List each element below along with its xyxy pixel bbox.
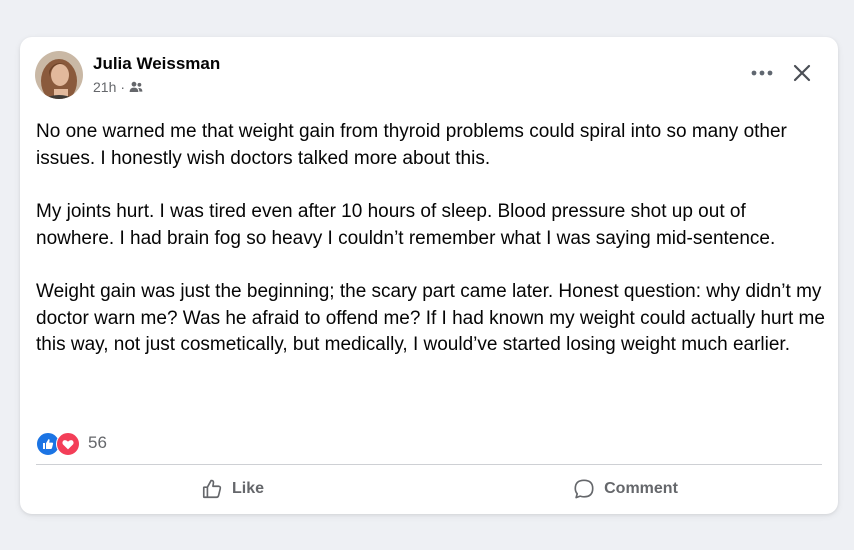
meta-separator: · xyxy=(120,79,126,95)
love-reaction-icon xyxy=(56,432,80,456)
post-paragraph: No one warned me that weight gain from t… xyxy=(36,121,787,169)
post-subline: 21h · xyxy=(93,77,220,97)
thumbs-up-icon xyxy=(202,479,222,499)
post-paragraph: My joints hurt. I was tired even after 1… xyxy=(36,201,776,249)
post-top-actions xyxy=(744,57,820,89)
comment-bubble-icon xyxy=(574,479,594,499)
post-card: Julia Weissman 21h · No one warned me th… xyxy=(20,37,838,514)
actions-divider xyxy=(36,464,822,465)
reaction-icons xyxy=(36,431,80,456)
post-timestamp[interactable]: 21h xyxy=(93,77,116,97)
comment-label: Comment xyxy=(604,480,678,497)
close-icon xyxy=(793,64,811,82)
reactions-summary[interactable]: 56 xyxy=(36,431,107,456)
comment-button[interactable]: Comment xyxy=(429,468,822,510)
reaction-count: 56 xyxy=(88,433,107,452)
more-options-button[interactable] xyxy=(744,57,780,89)
post-meta: Julia Weissman 21h · xyxy=(93,53,220,97)
close-button[interactable] xyxy=(784,57,820,89)
like-button[interactable]: Like xyxy=(36,468,429,510)
avatar[interactable] xyxy=(35,51,83,99)
more-horizontal-icon xyxy=(751,70,773,76)
like-label: Like xyxy=(231,480,264,497)
post-paragraph: Weight gain was just the beginning; the … xyxy=(36,281,825,355)
post-actions-bar: Like Comment xyxy=(36,468,822,510)
author-name[interactable]: Julia Weissman xyxy=(93,53,220,75)
post-header: Julia Weissman 21h · xyxy=(35,51,220,99)
post-body: No one warned me that weight gain from t… xyxy=(36,119,826,359)
friends-icon[interactable] xyxy=(129,81,143,93)
